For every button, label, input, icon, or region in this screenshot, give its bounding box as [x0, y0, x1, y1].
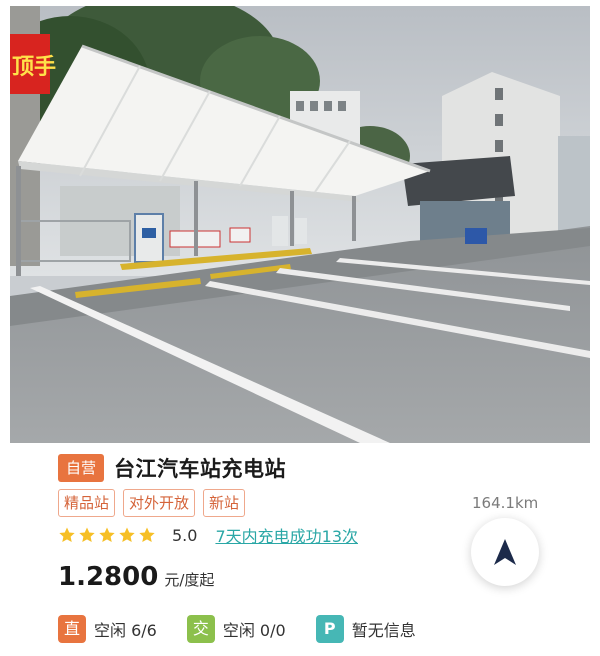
charge-success-link[interactable]: 7天内充电成功13次	[215, 523, 358, 547]
banner-text: 顶手	[12, 55, 56, 80]
parking-status: P 暂无信息	[315, 615, 416, 643]
star-icon	[139, 527, 155, 543]
dc-badge: 直	[58, 615, 86, 643]
star-rating	[58, 526, 156, 544]
tag-public: 对外开放	[123, 489, 196, 517]
parking-info: 暂无信息	[351, 621, 416, 640]
price-row: 1.2800 元/度起	[58, 562, 214, 592]
star-icon	[119, 527, 135, 543]
navigation-arrow-icon	[494, 539, 516, 565]
charger-status-row: 直 空闲 6/6 交 空闲 0/0 P 暂无信息	[58, 614, 446, 644]
navigate-button[interactable]	[471, 518, 539, 586]
price-unit: 元/度起	[164, 571, 215, 589]
rating-row: 5.0 7天内充电成功13次	[58, 522, 358, 548]
tag-new: 新站	[203, 489, 246, 517]
station-name: 台江汽车站充电站	[114, 457, 287, 481]
dc-charger-status: 直 空闲 6/6	[58, 615, 157, 643]
price-amount: 1.2800	[58, 562, 159, 592]
station-photo-illustration: 顶手	[10, 6, 590, 443]
self-operated-badge: 自营	[58, 454, 105, 482]
parking-icon: P	[315, 615, 344, 643]
star-icon	[79, 527, 95, 543]
tags-row: 精品站 对外开放 新站	[58, 489, 246, 517]
tag-premium: 精品站	[58, 489, 116, 517]
rating-score: 5.0	[172, 525, 198, 545]
station-photo[interactable]: 顶手	[10, 6, 590, 443]
distance-label: 164.1km	[472, 494, 539, 512]
title-row: 自营 台江汽车站充电站	[58, 452, 286, 484]
dc-availability: 空闲 6/6	[94, 621, 157, 640]
ac-charger-status: 交 空闲 0/0	[186, 615, 286, 643]
ac-badge: 交	[186, 615, 215, 643]
star-icon	[59, 527, 75, 543]
star-icon	[99, 527, 115, 543]
ac-availability: 空闲 0/0	[222, 621, 286, 640]
